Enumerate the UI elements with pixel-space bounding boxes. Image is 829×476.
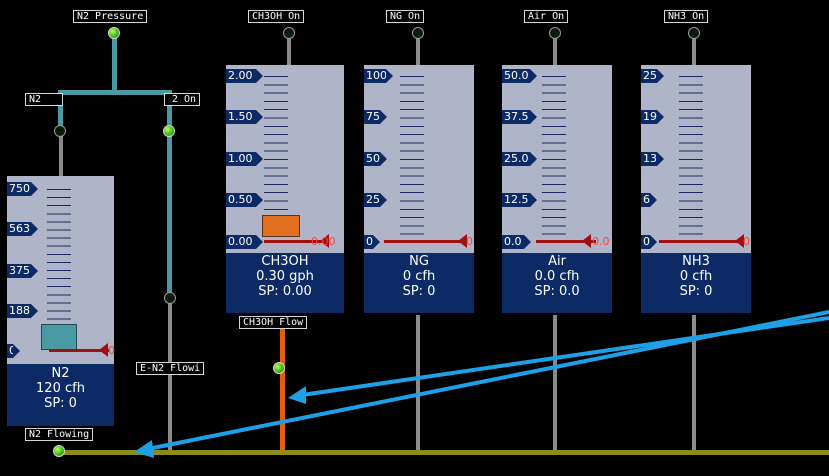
annotation-arrows: [134, 310, 829, 458]
arrow-to-ch3oh-flow: [288, 316, 829, 404]
arrow-to-n2-flowing: [134, 310, 829, 458]
